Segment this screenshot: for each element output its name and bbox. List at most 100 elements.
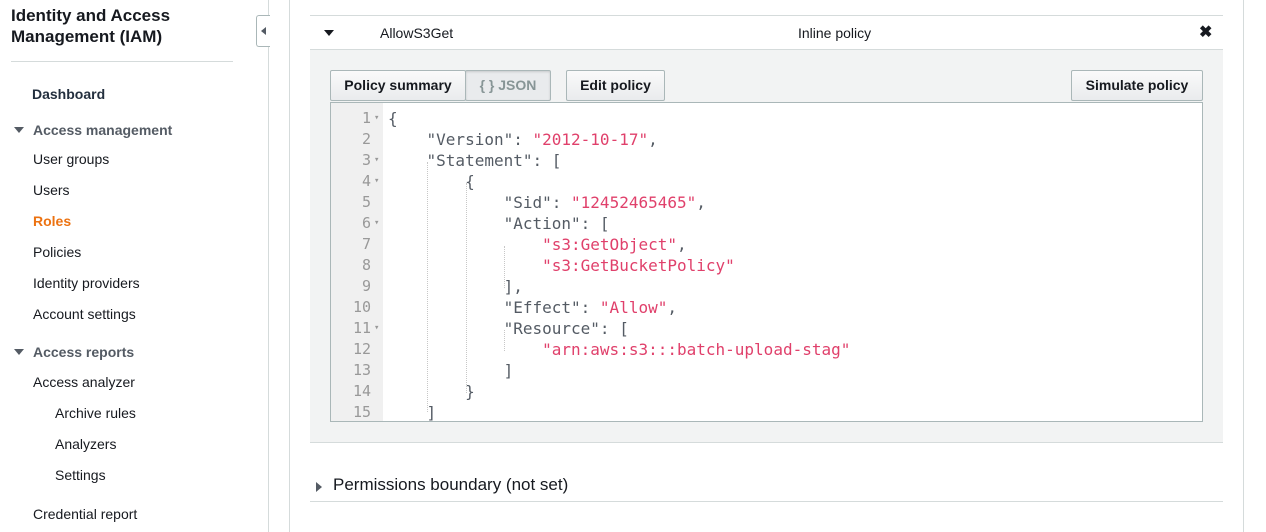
- code-text: "Sid": "12452465465",: [388, 192, 706, 213]
- policy-panel: AllowS3Get Inline policy ✖ Policy summar…: [310, 15, 1223, 443]
- line-number: 6: [361, 214, 371, 232]
- remove-policy-icon[interactable]: ✖: [1199, 22, 1212, 42]
- code-text: "s3:GetBucketPolicy": [388, 255, 735, 276]
- sidebar-item-access-analyzer[interactable]: Access analyzer: [33, 374, 135, 390]
- code-line[interactable]: 3 ▾ "Statement": [: [331, 150, 1201, 171]
- code-text: }: [388, 381, 475, 402]
- permissions-boundary-section[interactable]: Permissions boundary (not set): [310, 470, 1223, 502]
- code-line[interactable]: 6 ▾ "Action": [: [331, 213, 1201, 234]
- json-token: ]: [388, 403, 437, 422]
- code-line[interactable]: 1 ▾ {: [331, 108, 1201, 129]
- code-text: ]: [388, 360, 514, 381]
- sidebar-item-archive-rules[interactable]: Archive rules: [55, 405, 136, 421]
- code-text: {: [388, 108, 398, 129]
- line-number: 10: [352, 298, 371, 316]
- json-token: {: [388, 109, 398, 128]
- json-token: {: [388, 172, 475, 191]
- code-text: ]: [388, 402, 437, 422]
- code-line[interactable]: 10 "Effect": "Allow",: [331, 297, 1201, 318]
- json-token: ,: [667, 298, 677, 317]
- sidebar-item-identity-providers[interactable]: Identity providers: [33, 275, 140, 291]
- simulate-policy-button[interactable]: Simulate policy: [1071, 70, 1203, 101]
- fold-arrow-icon[interactable]: ▾: [374, 213, 379, 234]
- code-line[interactable]: 11 ▾ "Resource": [: [331, 318, 1201, 339]
- caret-right-icon: [316, 482, 322, 492]
- code-line[interactable]: 13 ]: [331, 360, 1201, 381]
- sidebar-item-analyzers[interactable]: Analyzers: [55, 436, 116, 452]
- line-number: 5: [361, 193, 371, 211]
- sidebar-item-roles[interactable]: Roles: [33, 213, 71, 229]
- sidebar-item-users[interactable]: Users: [33, 182, 70, 198]
- sidebar-item-dashboard[interactable]: Dashboard: [32, 86, 105, 102]
- line-number: 11: [352, 319, 371, 337]
- code-text: "arn:aws:s3:::batch-upload-stag": [388, 339, 850, 360]
- sidebar: Identity and Access Management (IAM) Das…: [0, 0, 269, 532]
- fold-arrow-icon[interactable]: ▾: [374, 318, 379, 339]
- line-number: 3: [361, 151, 371, 169]
- code-text: "Action": [: [388, 213, 610, 234]
- line-number: 7: [361, 235, 371, 253]
- json-string-value: "Allow": [599, 298, 668, 317]
- code-line[interactable]: 5 "Sid": "12452465465",: [331, 192, 1201, 213]
- code-line[interactable]: 2 "Version": "2012-10-17",: [331, 129, 1201, 150]
- line-number: 1: [361, 109, 371, 127]
- sidebar-item-account-settings[interactable]: Account settings: [33, 306, 136, 322]
- json-token: "Resource": [: [388, 319, 629, 338]
- json-token: "Effect":: [388, 298, 600, 317]
- json-string-value: "12452465465": [571, 193, 697, 212]
- code-line[interactable]: 7 "s3:GetObject",: [331, 234, 1201, 255]
- sidebar-item-credential-report[interactable]: Credential report: [33, 506, 137, 522]
- sidebar-divider: [11, 61, 233, 62]
- json-editor[interactable]: 1 ▾{2 "Version": "2012-10-17", 3 ▾ "Stateme…: [330, 102, 1203, 422]
- fold-arrow-icon[interactable]: ▾: [374, 150, 379, 171]
- line-number: 2: [361, 130, 371, 148]
- fold-arrow-icon[interactable]: ▾: [374, 108, 379, 129]
- line-number: 9: [361, 277, 371, 295]
- json-token: ,: [648, 130, 658, 149]
- json-token: ,: [696, 193, 706, 212]
- fold-arrow-icon[interactable]: ▾: [374, 171, 379, 192]
- json-token: "Sid":: [388, 193, 572, 212]
- code-line[interactable]: 12 "arn:aws:s3:::batch-upload-stag": [331, 339, 1201, 360]
- code-text: "Effect": "Allow",: [388, 297, 677, 318]
- code-text: "Resource": [: [388, 318, 629, 339]
- json-string-value: "s3:GetObject": [542, 235, 677, 254]
- code-text: "Version": "2012-10-17",: [388, 129, 658, 150]
- permissions-boundary-label[interactable]: Permissions boundary (not set): [333, 475, 568, 495]
- policy-header-row: AllowS3Get Inline policy ✖: [310, 16, 1223, 50]
- tab-json[interactable]: { } JSON: [465, 70, 551, 101]
- code-line[interactable]: 15 ]: [331, 402, 1201, 422]
- code-text: ],: [388, 276, 523, 297]
- json-string-value: "2012-10-17": [532, 130, 649, 149]
- json-string-value: "s3:GetBucketPolicy": [542, 256, 735, 275]
- collapse-policy-icon[interactable]: [324, 30, 334, 36]
- line-number: 4: [361, 172, 371, 190]
- line-number: 12: [352, 340, 371, 358]
- json-string-value: "arn:aws:s3:::batch-upload-stag": [542, 340, 851, 359]
- section-access-reports[interactable]: Access reports: [14, 344, 134, 360]
- edit-policy-button[interactable]: Edit policy: [566, 70, 665, 101]
- sidebar-collapse-button[interactable]: [256, 15, 270, 47]
- code-line[interactable]: 8 "s3:GetBucketPolicy": [331, 255, 1201, 276]
- sidebar-item-user-groups[interactable]: User groups: [33, 151, 109, 167]
- code-text: "s3:GetObject",: [388, 234, 687, 255]
- code-line[interactable]: 9 ],: [331, 276, 1201, 297]
- json-token: "Statement": [: [388, 151, 562, 170]
- code-line[interactable]: 4 ▾ {: [331, 171, 1201, 192]
- line-number: 13: [352, 361, 371, 379]
- line-number: 15: [352, 403, 371, 421]
- clipped-content-above: [310, 0, 1223, 4]
- section-access-management[interactable]: Access management: [14, 122, 172, 138]
- json-token: ]: [388, 361, 514, 380]
- sidebar-title[interactable]: Identity and Access Management (IAM): [11, 5, 211, 47]
- tab-policy-summary[interactable]: Policy summary: [330, 70, 466, 101]
- policy-name: AllowS3Get: [380, 25, 454, 41]
- json-token: }: [388, 382, 475, 401]
- sidebar-item-settings[interactable]: Settings: [55, 467, 106, 483]
- sidebar-item-policies[interactable]: Policies: [33, 244, 81, 260]
- policy-type: Inline policy: [798, 25, 872, 41]
- code-line[interactable]: 14 }: [331, 381, 1201, 402]
